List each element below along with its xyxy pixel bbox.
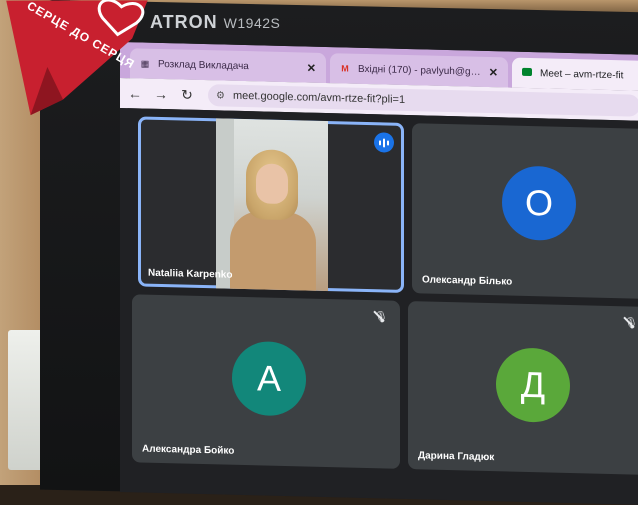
participant-tile[interactable]: 🎙 Д Дарина Гладюк: [408, 301, 638, 475]
participant-tile[interactable]: О Олександр Білько: [412, 123, 638, 299]
tab-label: Розклад Викладача: [158, 58, 249, 72]
participant-name: Олександр Білько: [422, 274, 513, 288]
avatar: Д: [496, 347, 570, 423]
site-info-icon[interactable]: ⚙: [216, 90, 225, 101]
participant-tile[interactable]: 🎙 А Александра Бойко: [132, 294, 400, 469]
tab-meet[interactable]: Meet – avm-rtze-fit: [512, 57, 638, 92]
monitor-brand: ATRON W1942S: [150, 12, 280, 33]
monitor-model: W1942S: [223, 15, 281, 31]
participant-name: Александра Бойко: [142, 443, 235, 457]
reload-icon[interactable]: ↻: [176, 86, 198, 104]
tab-label: Meet – avm-rtze-fit: [540, 67, 624, 81]
monitor-screen: ▦ Розклад Викладача ✕ M Вхідні (170) - p…: [120, 42, 638, 505]
heart-ribbon-decoration: [6, 0, 148, 116]
url-text: meet.google.com/avm-rtze-fit?pli=1: [232, 89, 406, 106]
gmail-icon: M: [341, 63, 349, 74]
tab-label: Вхідні (170) - pavlyuh@gmail.com: [358, 63, 483, 78]
meet-grid: Nataliia Karpenko О Олександр Білько 🎙 А…: [120, 108, 638, 505]
close-icon[interactable]: ✕: [307, 61, 316, 74]
avatar: О: [502, 165, 576, 242]
speaking-indicator-icon: [374, 132, 394, 153]
avatar: А: [232, 340, 306, 417]
tab-gmail[interactable]: M Вхідні (170) - pavlyuh@gmail.com ✕: [330, 53, 508, 88]
close-icon[interactable]: ✕: [489, 66, 498, 79]
video-person-body: [230, 210, 316, 293]
participant-tile-video[interactable]: Nataliia Karpenko: [138, 116, 404, 293]
participant-name: Nataliia Karpenko: [148, 267, 233, 281]
meet-icon: [522, 67, 532, 78]
participant-name: Дарина Гладюк: [418, 450, 495, 464]
video-person-face: [256, 163, 288, 205]
mic-off-icon: 🎙: [374, 311, 388, 324]
mic-off-icon: 🎙: [624, 317, 638, 330]
participant-video: [216, 118, 328, 293]
